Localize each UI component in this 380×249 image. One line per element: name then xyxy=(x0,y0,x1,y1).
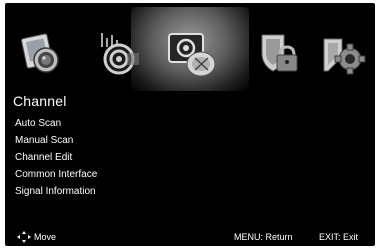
sound-icon[interactable] xyxy=(93,29,145,79)
menu-item-channel-edit[interactable]: Channel Edit xyxy=(15,149,97,166)
menu-return-hint: MENU: Return xyxy=(234,232,293,242)
menu-item-auto-scan[interactable]: Auto Scan xyxy=(15,115,97,132)
tv-osd-screen: Channel Auto Scan Manual Scan Channel Ed… xyxy=(5,3,375,246)
menu-item-manual-scan[interactable]: Manual Scan xyxy=(15,132,97,149)
menu-list: Auto Scan Manual Scan Channel Edit Commo… xyxy=(15,115,97,200)
setup-icon[interactable] xyxy=(317,29,369,79)
menu-item-signal-information[interactable]: Signal Information xyxy=(15,183,97,200)
menu-item-common-interface[interactable]: Common Interface xyxy=(15,166,97,183)
icon-bar xyxy=(5,3,375,91)
move-hint: Move xyxy=(34,232,57,242)
lock-icon[interactable] xyxy=(251,29,303,79)
navigation-arrows-icon xyxy=(17,231,31,243)
menu-title: Channel xyxy=(13,93,67,109)
footer-bar: Move MENU: Return EXIT: Exit xyxy=(5,228,375,246)
exit-hint: EXIT: Exit xyxy=(319,232,359,242)
channel-icon[interactable] xyxy=(165,27,219,81)
picture-icon[interactable] xyxy=(15,29,67,79)
